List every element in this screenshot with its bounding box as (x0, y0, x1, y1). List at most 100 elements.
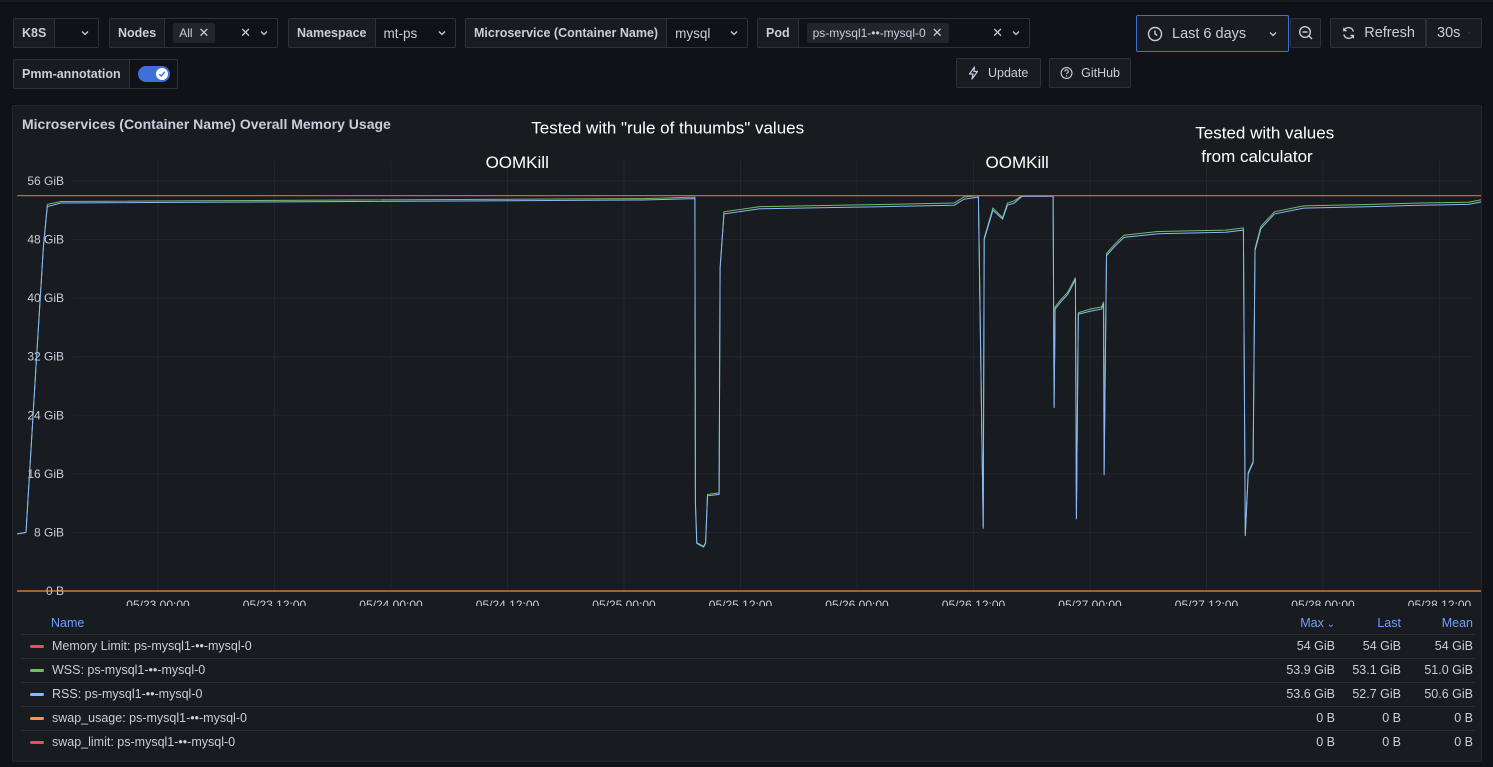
legend-swatch (30, 741, 44, 744)
chevron-down-icon (1468, 32, 1471, 34)
x-tick-label: 05/24 12:00 (476, 598, 540, 606)
legend-max-value: 53.6 GiB (1286, 687, 1335, 701)
x-tick-label: 05/28 00:00 (1291, 598, 1355, 606)
legend-max-value: 54 GiB (1296, 639, 1335, 653)
close-icon[interactable]: ✕ (199, 25, 210, 41)
chevron-down-icon (1269, 31, 1277, 36)
x-tick-label: 05/27 00:00 (1058, 598, 1122, 606)
zoom-out-icon (1298, 25, 1312, 40)
pod-label: Pod (758, 19, 799, 47)
chevron-down-icon[interactable] (729, 28, 739, 38)
x-tick-label: 05/27 12:00 (1175, 598, 1239, 606)
legend-last-value: 0 B (1382, 711, 1401, 725)
chart-grid (73, 161, 1473, 592)
x-tick-label: 05/23 00:00 (126, 598, 190, 606)
question-circle-icon (1060, 67, 1073, 79)
top-border (0, 0, 1493, 2)
nodes-variable[interactable]: Nodes All ✕ ✕ (109, 18, 278, 48)
legend-swatch (30, 669, 44, 672)
update-button[interactable]: Update (956, 58, 1041, 88)
microservice-variable[interactable]: Microservice (Container Name) mysql (465, 18, 748, 48)
chevron-down-icon[interactable] (259, 28, 269, 38)
chart-annotation: OOMKill (486, 153, 549, 172)
legend-mean-header[interactable]: Mean (1413, 616, 1473, 630)
pmm-annotation-toggle-group: Pmm-annotation (13, 59, 178, 89)
x-tick-label: 05/25 12:00 (709, 598, 773, 606)
pod-variable[interactable]: Pod ps-mysql1-••-mysql-0 ✕ ✕ (757, 18, 1030, 48)
memory-usage-panel: Microservices (Container Name) Overall M… (12, 105, 1482, 762)
x-tick-label: 05/25 00:00 (592, 598, 656, 606)
nodes-chip[interactable]: All ✕ (173, 23, 216, 43)
bolt-icon (968, 66, 979, 80)
pod-chip[interactable]: ps-mysql1-••-mysql-0 ✕ (806, 23, 949, 43)
namespace-variable[interactable]: Namespace mt-ps (288, 18, 456, 48)
legend-name-header[interactable]: Name (51, 616, 84, 630)
time-range-value: Last 6 days (1172, 25, 1247, 42)
chart-annotation: OOMKill (986, 153, 1049, 172)
legend-max-value: 0 B (1316, 735, 1335, 749)
legend-series-name[interactable]: RSS: ps-mysql1-••-mysql-0 (52, 687, 202, 701)
legend-row[interactable]: RSS: ps-mysql1-••-mysql-0 53.6 GiB 52.7 Gi… (21, 682, 1475, 706)
chevron-down-icon[interactable] (80, 28, 90, 38)
legend-last-value: 52.7 GiB (1352, 687, 1401, 701)
legend-last-header[interactable]: Last (1341, 616, 1401, 630)
chart-annotations: OOMKill Tested with "rule of thuumbs" val… (486, 118, 1335, 171)
x-tick-label: 05/28 12:00 (1408, 598, 1472, 606)
namespace-label: Namespace (289, 19, 376, 47)
legend-last-value: 53.1 GiB (1352, 663, 1401, 677)
x-axis-ticks: 05/23 00:00 05/23 12:00 05/24 00:00 05/24 1… (126, 598, 1471, 606)
clear-icon[interactable]: ✕ (992, 25, 1003, 41)
legend-row[interactable]: swap_limit: ps-mysql1-••-mysql-0 0 B 0 B 0 … (21, 730, 1475, 754)
close-icon[interactable]: ✕ (932, 25, 943, 41)
chart-annotation: from calculator (1201, 147, 1313, 166)
x-tick-label: 05/26 12:00 (942, 598, 1006, 606)
y-tick-label: 40 GiB (27, 291, 64, 305)
chevron-down-icon[interactable] (437, 28, 447, 38)
pod-chip-value: ps-mysql1-••-mysql-0 (812, 26, 926, 40)
update-label: Update (988, 66, 1029, 80)
x-tick-label: 05/23 12:00 (243, 598, 307, 606)
y-tick-label: 48 GiB (27, 233, 64, 247)
legend-last-value: 0 B (1382, 735, 1401, 749)
chart-annotation: Tested with "rule of thuumbs" values (531, 118, 804, 137)
sort-desc-icon: ⌄ (1323, 619, 1335, 630)
legend-row[interactable]: WSS: ps-mysql1-••-mysql-0 53.9 GiB 53.1 Gi… (21, 658, 1475, 682)
series-line-rss (17, 195, 1481, 548)
legend-mean-value: 54 GiB (1434, 639, 1473, 653)
refresh-label: Refresh (1364, 25, 1415, 41)
legend-mean-value: 50.6 GiB (1424, 687, 1473, 701)
k8s-variable[interactable]: K8S (13, 18, 99, 48)
chart-annotation: Tested with values (1195, 124, 1334, 143)
legend-series-name[interactable]: WSS: ps-mysql1-••-mysql-0 (52, 663, 205, 677)
y-axis-ticks: 56 GiB48 GiB40 GiB32 GiB24 GiB16 GiB8 Gi… (27, 174, 64, 598)
refresh-interval-picker[interactable]: 30s (1426, 18, 1482, 48)
github-button[interactable]: GitHub (1049, 58, 1131, 88)
legend-mean-value: 51.0 GiB (1424, 663, 1473, 677)
y-tick-label: 8 GiB (34, 525, 64, 539)
legend-row[interactable]: Memory Limit: ps-mysql1-••-mysql-0 54 GiB… (21, 634, 1475, 658)
legend-series-name[interactable]: swap_usage: ps-mysql1-••-mysql-0 (52, 711, 247, 725)
legend-row[interactable]: swap_usage: ps-mysql1-••-mysql-0 0 B 0 B 0 … (21, 706, 1475, 730)
legend-mean-value: 0 B (1454, 735, 1473, 749)
legend-series-name[interactable]: swap_limit: ps-mysql1-••-mysql-0 (52, 735, 235, 749)
time-range-picker[interactable]: Last 6 days (1136, 15, 1289, 52)
legend-mean-value: 0 B (1454, 711, 1473, 725)
check-icon (158, 71, 165, 78)
legend-swatch (30, 693, 44, 696)
refresh-button[interactable]: Refresh (1330, 18, 1426, 48)
k8s-label: K8S (14, 19, 56, 47)
pmm-annotation-label: Pmm-annotation (14, 60, 130, 88)
memory-usage-chart[interactable]: 56 GiB48 GiB40 GiB32 GiB24 GiB16 GiB8 Gi… (13, 106, 1481, 606)
legend-max-header[interactable]: Max ⌄ (1275, 616, 1335, 630)
legend-series-name[interactable]: Memory Limit: ps-mysql1-••-mysql-0 (52, 639, 252, 653)
refresh-interval-value: 30s (1437, 25, 1461, 41)
legend-swatch (30, 717, 44, 720)
pmm-annotation-toggle[interactable] (137, 66, 170, 82)
series-lines (17, 195, 1481, 592)
chevron-down-icon[interactable] (1011, 28, 1021, 38)
y-tick-label: 32 GiB (27, 350, 64, 364)
legend-max-value: 53.9 GiB (1286, 663, 1335, 677)
legend-header: Name Max ⌄ Last Mean (13, 612, 1481, 634)
clear-icon[interactable]: ✕ (240, 25, 251, 41)
zoom-out-button[interactable] (1290, 18, 1321, 48)
